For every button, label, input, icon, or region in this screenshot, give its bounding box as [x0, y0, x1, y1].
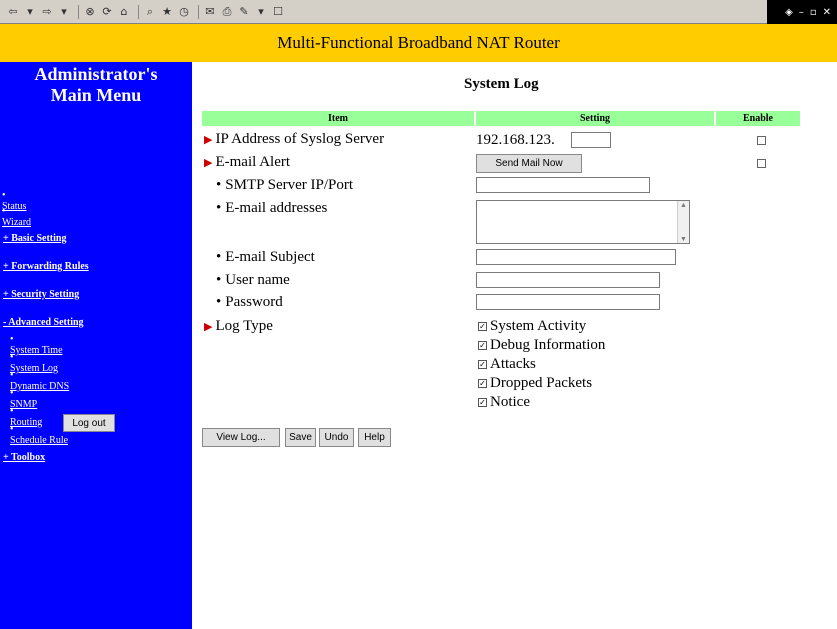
- dropdown-icon[interactable]: ▾: [254, 5, 268, 19]
- password-input[interactable]: [476, 294, 660, 310]
- print-icon[interactable]: ⎙: [220, 5, 234, 19]
- bullet-icon: •: [10, 388, 14, 399]
- stop-icon[interactable]: ⊗: [83, 5, 97, 19]
- log-type-checkbox[interactable]: ✓: [478, 322, 487, 331]
- email-alert-row-label: ▶ E-mail Alert: [204, 154, 291, 170]
- arrow-right-icon: ▶: [204, 321, 213, 333]
- bullet-icon: •: [2, 190, 6, 201]
- log-type-option[interactable]: ✓ Debug Information: [478, 337, 605, 354]
- sidebar-item: • Schedule Rule: [10, 424, 68, 446]
- log-type-label: Notice: [490, 394, 530, 410]
- log-type-option[interactable]: ✓ Attacks: [478, 356, 536, 373]
- bullet-icon: •: [10, 424, 14, 435]
- log-type-label: ▶ Log Type: [204, 318, 273, 334]
- textarea-scrollbar[interactable]: ▲ ▼: [677, 201, 689, 243]
- syslog-ip-prefix: 192.168.123.: [476, 132, 555, 148]
- sidebar-link[interactable]: + Forwarding Rules: [3, 261, 89, 272]
- sidebar-link[interactable]: + Toolbox: [3, 452, 45, 463]
- sidebar-link[interactable]: - Advanced Setting: [3, 317, 84, 328]
- password-label: • Password: [216, 294, 283, 310]
- send-mail-now-button[interactable]: Send Mail Now: [476, 154, 582, 173]
- syslog-enable-checkbox[interactable]: [757, 136, 766, 145]
- log-type-label: Attacks: [490, 356, 536, 372]
- edit-icon[interactable]: ✎: [237, 5, 251, 19]
- username-input[interactable]: [476, 272, 660, 288]
- dropdown-icon[interactable]: ▾: [57, 5, 71, 19]
- scroll-up-icon[interactable]: ▲: [678, 201, 689, 209]
- bullet-icon: •: [216, 294, 222, 310]
- log-type-label: System Activity: [490, 318, 587, 334]
- log-type-checkbox[interactable]: ✓: [478, 360, 487, 369]
- bullet-icon: •: [216, 177, 222, 193]
- view-log-button[interactable]: View Log...: [202, 428, 280, 447]
- log-type-checkbox[interactable]: ✓: [478, 398, 487, 407]
- bullet-icon: •: [10, 334, 14, 345]
- sidebar-link[interactable]: + Security Setting: [3, 289, 79, 300]
- window-controls: ◈ – ▫ ✕: [767, 0, 837, 24]
- sidebar-link[interactable]: + Basic Setting: [3, 233, 66, 244]
- bullet-icon: •: [2, 206, 6, 217]
- arrow-right-icon: ▶: [204, 157, 213, 169]
- log-type-option[interactable]: ✓ Notice: [478, 394, 530, 411]
- discuss-icon[interactable]: ☐: [271, 5, 285, 19]
- page-title: System Log: [464, 76, 539, 92]
- smtp-server-input[interactable]: [476, 177, 650, 193]
- bullet-icon: •: [216, 200, 222, 216]
- username-label: • User name: [216, 272, 290, 288]
- sidebar-link[interactable]: Schedule Rule: [10, 435, 68, 446]
- refresh-icon[interactable]: ⟳: [100, 5, 114, 19]
- bullet-icon: •: [216, 249, 222, 265]
- favorites-icon[interactable]: ★: [160, 5, 174, 19]
- table-header: Item Setting Enable: [202, 111, 800, 126]
- log-type-checkbox[interactable]: ✓: [478, 379, 487, 388]
- forward-icon[interactable]: ⇨: [40, 5, 54, 19]
- back-icon[interactable]: ⇦: [6, 5, 20, 19]
- email-addresses-label: • E-mail addresses: [216, 200, 328, 216]
- bullet-icon: •: [10, 370, 14, 381]
- mail-icon[interactable]: ✉: [203, 5, 217, 19]
- home-icon[interactable]: ⌂: [117, 5, 131, 19]
- minimize-icon[interactable]: –: [799, 7, 804, 18]
- bullet-icon: •: [10, 406, 14, 417]
- main-content: System Log Item Setting Enable ▶ IP Addre…: [192, 62, 837, 629]
- syslog-ip-input[interactable]: [571, 132, 611, 148]
- browser-logo-icon: ◈: [785, 6, 793, 18]
- sidebar-title: Administrator's Main Menu: [34, 64, 158, 105]
- log-type-checkbox[interactable]: ✓: [478, 341, 487, 350]
- syslog-row-label: ▶ IP Address of Syslog Server: [204, 131, 385, 147]
- bullet-icon: •: [216, 272, 222, 288]
- column-header-setting: Setting: [476, 111, 714, 126]
- router-title: Multi-Functional Broadband NAT Router: [277, 33, 560, 52]
- page-header: Multi-Functional Broadband NAT Router: [0, 24, 837, 62]
- sidebar-link[interactable]: Wizard: [2, 217, 31, 228]
- history-icon[interactable]: ◷: [177, 5, 191, 19]
- email-subject-input[interactable]: [476, 249, 676, 265]
- email-subject-label: • E-mail Subject: [216, 249, 315, 265]
- log-type-option[interactable]: ✓ System Activity: [478, 318, 586, 335]
- arrow-right-icon: ▶: [204, 134, 213, 146]
- email-alert-enable-checkbox[interactable]: [757, 159, 766, 168]
- log-type-option[interactable]: ✓ Dropped Packets: [478, 375, 592, 392]
- bullet-icon: •: [10, 352, 14, 363]
- log-type-label: Debug Information: [490, 337, 606, 353]
- scroll-down-icon[interactable]: ▼: [678, 235, 689, 243]
- help-button[interactable]: Help: [358, 428, 391, 447]
- log-type-label: Dropped Packets: [490, 375, 593, 391]
- search-icon[interactable]: ⌕: [143, 5, 157, 19]
- sidebar: Administrator's Main Menu • Status • Wiza…: [0, 62, 192, 629]
- email-addresses-textarea[interactable]: ▲ ▼: [476, 200, 690, 244]
- close-icon[interactable]: ✕: [823, 7, 831, 18]
- save-button[interactable]: Save: [285, 428, 316, 447]
- sidebar-item: • Wizard: [2, 206, 31, 228]
- dropdown-icon[interactable]: ▾: [23, 5, 37, 19]
- browser-toolbar: ⇦ ▾ ⇨ ▾ ⊗ ⟳ ⌂ ⌕ ★ ◷ ✉ ⎙ ✎ ▾ ☐ ◈ – ▫ ✕: [0, 0, 837, 24]
- undo-button[interactable]: Undo: [319, 428, 354, 447]
- smtp-label: • SMTP Server IP/Port: [216, 177, 354, 193]
- column-header-enable: Enable: [716, 111, 800, 126]
- column-header-item: Item: [202, 111, 474, 126]
- maximize-icon[interactable]: ▫: [810, 7, 817, 18]
- logout-button[interactable]: Log out: [63, 414, 115, 432]
